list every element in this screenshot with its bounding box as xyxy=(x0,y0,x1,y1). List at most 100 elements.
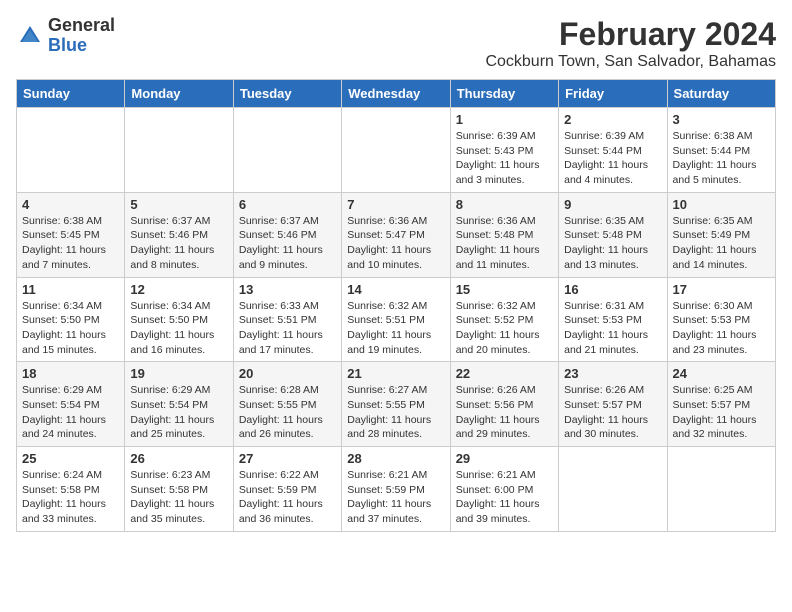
day-number: 12 xyxy=(130,282,227,297)
day-info: Sunrise: 6:34 AM Sunset: 5:50 PM Dayligh… xyxy=(130,299,227,358)
day-number: 4 xyxy=(22,197,119,212)
day-info: Sunrise: 6:22 AM Sunset: 5:59 PM Dayligh… xyxy=(239,468,336,527)
day-info: Sunrise: 6:21 AM Sunset: 5:59 PM Dayligh… xyxy=(347,468,444,527)
day-info: Sunrise: 6:36 AM Sunset: 5:48 PM Dayligh… xyxy=(456,214,553,273)
calendar-week-row: 11 Sunrise: 6:34 AM Sunset: 5:50 PM Dayli… xyxy=(17,277,776,362)
calendar-cell: 14 Sunrise: 6:32 AM Sunset: 5:51 PM Dayli… xyxy=(342,277,450,362)
day-number: 20 xyxy=(239,366,336,381)
logo-icon xyxy=(16,22,44,50)
calendar-cell: 22Sunrise: 6:26 AM Sunset: 5:56 PM Dayli… xyxy=(450,362,558,447)
calendar-cell: 5 Sunrise: 6:37 AM Sunset: 5:46 PM Daylig… xyxy=(125,192,233,277)
day-number: 21 xyxy=(347,366,444,381)
calendar-cell: 1 Sunrise: 6:39 AM Sunset: 5:43 PM Daylig… xyxy=(450,108,558,193)
day-info: Sunrise: 6:38 AM Sunset: 5:45 PM Dayligh… xyxy=(22,214,119,273)
day-info: Sunrise: 6:35 AM Sunset: 5:48 PM Dayligh… xyxy=(564,214,661,273)
day-number: 27 xyxy=(239,451,336,466)
day-number: 8 xyxy=(456,197,553,212)
day-info: Sunrise: 6:27 AM Sunset: 5:55 PM Dayligh… xyxy=(347,383,444,442)
calendar-cell: 4 Sunrise: 6:38 AM Sunset: 5:45 PM Daylig… xyxy=(17,192,125,277)
calendar-cell: 8 Sunrise: 6:36 AM Sunset: 5:48 PM Daylig… xyxy=(450,192,558,277)
title-area: February 2024 Cockburn Town, San Salvado… xyxy=(485,16,776,71)
day-number: 15 xyxy=(456,282,553,297)
calendar-cell: 3 Sunrise: 6:38 AM Sunset: 5:44 PM Daylig… xyxy=(667,108,775,193)
calendar-week-row: 1 Sunrise: 6:39 AM Sunset: 5:43 PM Daylig… xyxy=(17,108,776,193)
day-info: Sunrise: 6:23 AM Sunset: 5:58 PM Dayligh… xyxy=(130,468,227,527)
day-number: 28 xyxy=(347,451,444,466)
day-number: 9 xyxy=(564,197,661,212)
day-number: 7 xyxy=(347,197,444,212)
day-info: Sunrise: 6:32 AM Sunset: 5:51 PM Dayligh… xyxy=(347,299,444,358)
day-info: Sunrise: 6:29 AM Sunset: 5:54 PM Dayligh… xyxy=(22,383,119,442)
calendar-cell: 11 Sunrise: 6:34 AM Sunset: 5:50 PM Dayli… xyxy=(17,277,125,362)
calendar-cell: 28 Sunrise: 6:21 AM Sunset: 5:59 PM Dayli… xyxy=(342,447,450,532)
calendar-week-row: 25Sunrise: 6:24 AM Sunset: 5:58 PM Dayli… xyxy=(17,447,776,532)
day-header-tuesday: Tuesday xyxy=(233,80,341,108)
day-info: Sunrise: 6:34 AM Sunset: 5:50 PM Dayligh… xyxy=(22,299,119,358)
logo-blue: Blue xyxy=(48,35,87,55)
calendar-cell: 19 Sunrise: 6:29 AM Sunset: 5:54 PM Dayli… xyxy=(125,362,233,447)
calendar-cell: 7 Sunrise: 6:36 AM Sunset: 5:47 PM Daylig… xyxy=(342,192,450,277)
day-info: Sunrise: 6:28 AM Sunset: 5:55 PM Dayligh… xyxy=(239,383,336,442)
day-header-monday: Monday xyxy=(125,80,233,108)
day-info: Sunrise: 6:29 AM Sunset: 5:54 PM Dayligh… xyxy=(130,383,227,442)
day-info: Sunrise: 6:30 AM Sunset: 5:53 PM Dayligh… xyxy=(673,299,770,358)
day-info: Sunrise: 6:38 AM Sunset: 5:44 PM Dayligh… xyxy=(673,129,770,188)
day-number: 17 xyxy=(673,282,770,297)
day-number: 3 xyxy=(673,112,770,127)
day-info: Sunrise: 6:24 AM Sunset: 5:58 PM Dayligh… xyxy=(22,468,119,527)
day-number: 13 xyxy=(239,282,336,297)
calendar-week-row: 4 Sunrise: 6:38 AM Sunset: 5:45 PM Daylig… xyxy=(17,192,776,277)
calendar-cell xyxy=(559,447,667,532)
day-number: 18 xyxy=(22,366,119,381)
day-number: 24 xyxy=(673,366,770,381)
calendar-cell: 18 Sunrise: 6:29 AM Sunset: 5:54 PM Dayli… xyxy=(17,362,125,447)
day-number: 16 xyxy=(564,282,661,297)
calendar-week-row: 18 Sunrise: 6:29 AM Sunset: 5:54 PM Dayli… xyxy=(17,362,776,447)
main-title: February 2024 xyxy=(485,16,776,53)
day-header-friday: Friday xyxy=(559,80,667,108)
day-header-thursday: Thursday xyxy=(450,80,558,108)
calendar-cell: 12 Sunrise: 6:34 AM Sunset: 5:50 PM Dayli… xyxy=(125,277,233,362)
day-number: 6 xyxy=(239,197,336,212)
calendar-cell: 26 Sunrise: 6:23 AM Sunset: 5:58 PM Dayli… xyxy=(125,447,233,532)
calendar-cell xyxy=(667,447,775,532)
calendar-cell xyxy=(233,108,341,193)
day-info: Sunrise: 6:26 AM Sunset: 5:56 PM Dayligh… xyxy=(456,383,553,442)
day-info: Sunrise: 6:37 AM Sunset: 5:46 PM Dayligh… xyxy=(239,214,336,273)
calendar-cell xyxy=(342,108,450,193)
calendar-cell: 20 Sunrise: 6:28 AM Sunset: 5:55 PM Dayli… xyxy=(233,362,341,447)
day-info: Sunrise: 6:36 AM Sunset: 5:47 PM Dayligh… xyxy=(347,214,444,273)
day-info: Sunrise: 6:39 AM Sunset: 5:43 PM Dayligh… xyxy=(456,129,553,188)
day-number: 11 xyxy=(22,282,119,297)
subtitle: Cockburn Town, San Salvador, Bahamas xyxy=(485,53,776,71)
calendar-cell: 17 Sunrise: 6:30 AM Sunset: 5:53 PM Dayli… xyxy=(667,277,775,362)
page-header: General Blue February 2024 Cockburn Town… xyxy=(16,16,776,71)
calendar-cell: 16 Sunrise: 6:31 AM Sunset: 5:53 PM Dayli… xyxy=(559,277,667,362)
day-info: Sunrise: 6:21 AM Sunset: 6:00 PM Dayligh… xyxy=(456,468,553,527)
calendar-cell: 15 Sunrise: 6:32 AM Sunset: 5:52 PM Dayli… xyxy=(450,277,558,362)
calendar-cell: 10 Sunrise: 6:35 AM Sunset: 5:49 PM Dayli… xyxy=(667,192,775,277)
day-number: 1 xyxy=(456,112,553,127)
calendar-cell: 25Sunrise: 6:24 AM Sunset: 5:58 PM Dayli… xyxy=(17,447,125,532)
logo: General Blue xyxy=(16,16,115,56)
day-info: Sunrise: 6:31 AM Sunset: 5:53 PM Dayligh… xyxy=(564,299,661,358)
day-number: 10 xyxy=(673,197,770,212)
day-info: Sunrise: 6:35 AM Sunset: 5:49 PM Dayligh… xyxy=(673,214,770,273)
calendar-cell: 13Sunrise: 6:33 AM Sunset: 5:51 PM Dayli… xyxy=(233,277,341,362)
day-info: Sunrise: 6:37 AM Sunset: 5:46 PM Dayligh… xyxy=(130,214,227,273)
calendar-cell: 29 Sunrise: 6:21 AM Sunset: 6:00 PM Dayli… xyxy=(450,447,558,532)
day-info: Sunrise: 6:25 AM Sunset: 5:57 PM Dayligh… xyxy=(673,383,770,442)
calendar-cell: 9 Sunrise: 6:35 AM Sunset: 5:48 PM Daylig… xyxy=(559,192,667,277)
calendar-cell: 27 Sunrise: 6:22 AM Sunset: 5:59 PM Dayli… xyxy=(233,447,341,532)
day-info: Sunrise: 6:26 AM Sunset: 5:57 PM Dayligh… xyxy=(564,383,661,442)
day-info: Sunrise: 6:32 AM Sunset: 5:52 PM Dayligh… xyxy=(456,299,553,358)
day-number: 14 xyxy=(347,282,444,297)
day-number: 5 xyxy=(130,197,227,212)
calendar-cell: 23 Sunrise: 6:26 AM Sunset: 5:57 PM Dayli… xyxy=(559,362,667,447)
day-header-wednesday: Wednesday xyxy=(342,80,450,108)
calendar-cell: 21 Sunrise: 6:27 AM Sunset: 5:55 PM Dayli… xyxy=(342,362,450,447)
day-number: 19 xyxy=(130,366,227,381)
day-number: 29 xyxy=(456,451,553,466)
day-number: 23 xyxy=(564,366,661,381)
day-number: 26 xyxy=(130,451,227,466)
